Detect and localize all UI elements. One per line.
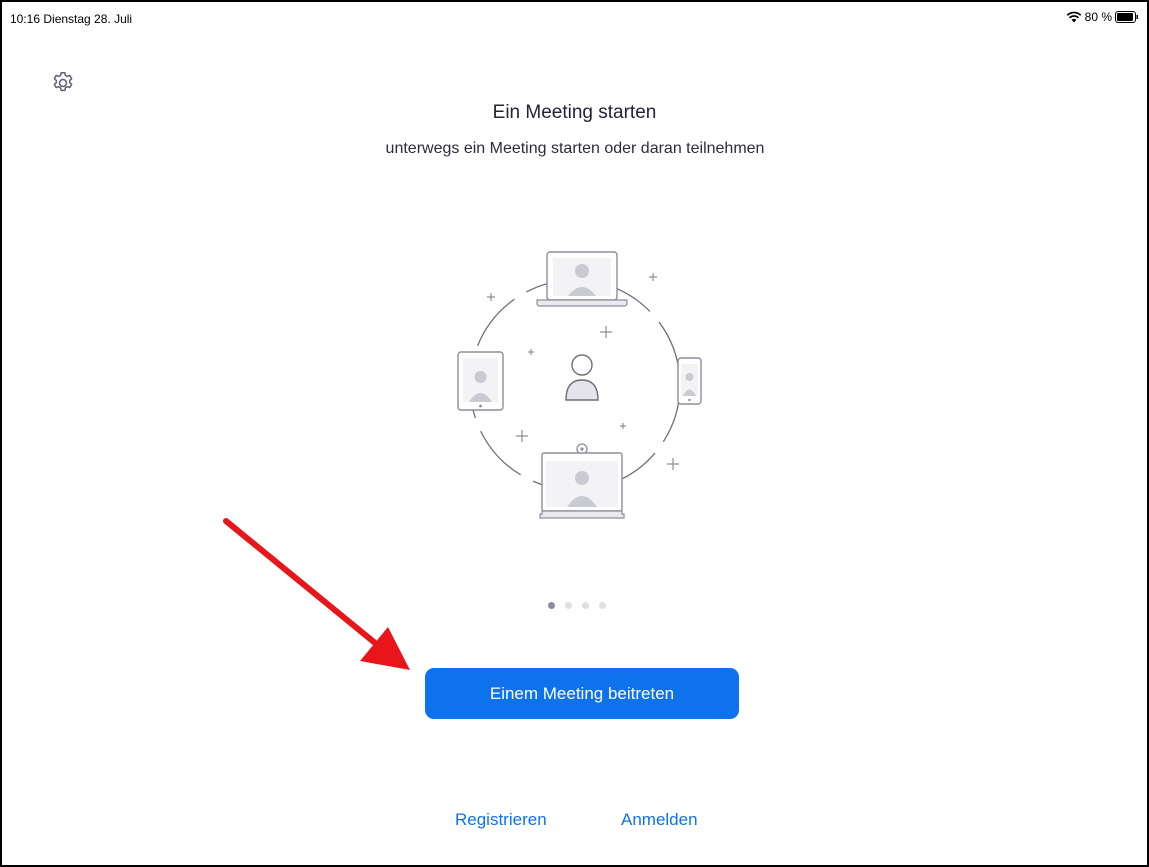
status-indicators: 80 % bbox=[1066, 10, 1139, 24]
meeting-devices-illustration bbox=[457, 251, 702, 519]
page-dot-3[interactable] bbox=[582, 602, 589, 609]
join-meeting-button[interactable]: Einem Meeting beitreten bbox=[425, 668, 739, 719]
status-time-date: 10:16 Dienstag 28. Juli bbox=[10, 12, 133, 26]
person-icon bbox=[565, 354, 599, 401]
red-arrow-annotation bbox=[223, 518, 410, 670]
page-indicator[interactable] bbox=[548, 602, 606, 609]
onboarding-subtitle: unterwegs ein Meeting starten oder daran… bbox=[385, 140, 765, 157]
laptop-device-icon bbox=[536, 251, 628, 307]
page-dot-1[interactable] bbox=[548, 602, 555, 609]
signin-link[interactable]: Anmelden bbox=[621, 810, 698, 830]
register-link[interactable]: Registrieren bbox=[455, 810, 547, 830]
page-dot-4[interactable] bbox=[599, 602, 606, 609]
battery-percent: 80 % bbox=[1084, 10, 1112, 24]
wifi-icon bbox=[1066, 11, 1081, 23]
tablet-device-icon bbox=[457, 351, 504, 411]
page-dot-2[interactable] bbox=[565, 602, 572, 609]
onboarding-title: Ein Meeting starten bbox=[492, 102, 657, 123]
status-bar: 10:16 Dienstag 28. Juli 80 % bbox=[10, 9, 1139, 29]
phone-device-icon bbox=[677, 357, 702, 405]
gear-icon[interactable] bbox=[50, 70, 76, 96]
room-system-device-icon bbox=[539, 443, 625, 519]
battery-icon bbox=[1115, 11, 1138, 23]
